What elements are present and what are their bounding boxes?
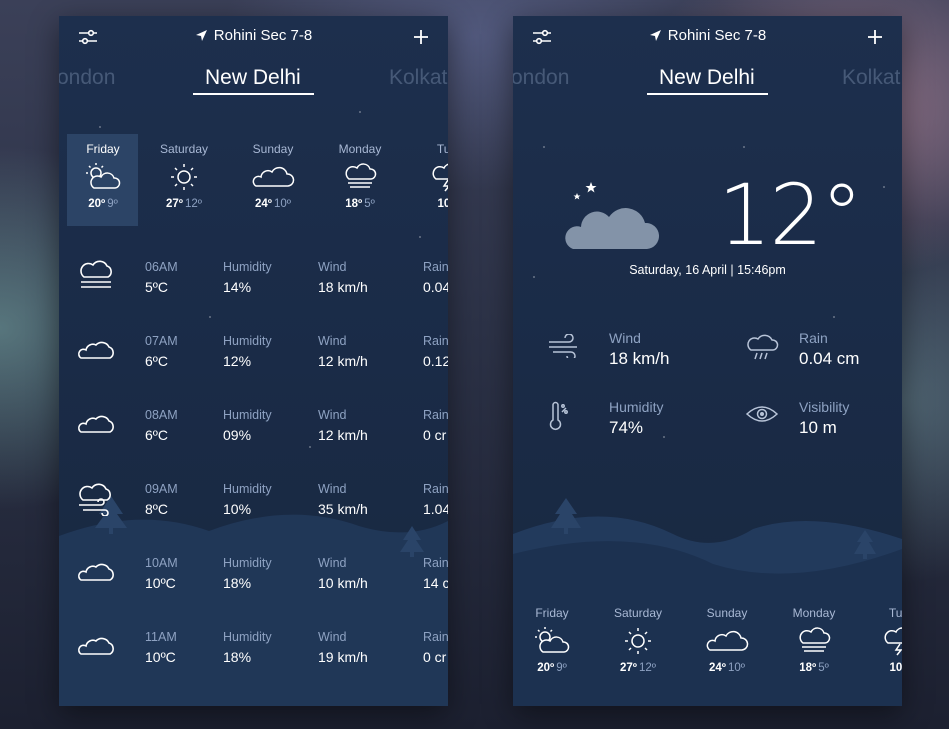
city-underline [647, 93, 768, 95]
day-tue[interactable]: Tue 10º [863, 606, 902, 674]
cloud-icon [252, 166, 295, 187]
storm-icon [432, 163, 448, 192]
cloud-icon [706, 630, 749, 651]
current-location[interactable]: Rohini Sec 7-8 [513, 27, 902, 44]
cloud-icon [77, 563, 114, 581]
top-bar: Rohini Sec 7-8 [59, 16, 448, 56]
thermometer-icon [549, 401, 568, 431]
hourly-row[interactable]: 08AM 6ºC Humidity 09% Wind 12 km/h Rain 0 cr [59, 408, 448, 462]
current-weather-screen: Rohini Sec 7-8 ondon New Delhi Kolkat 12… [513, 16, 902, 706]
humidity-stat: Humidity 74% [609, 399, 664, 437]
cloud-icon [77, 637, 114, 655]
current-temperature: 12° [718, 166, 863, 264]
fog-cloud-icon [799, 627, 831, 652]
current-datetime: Saturday, 16 April | 15:46pm [629, 263, 786, 277]
visibility-stat: Visibility 10 m [799, 399, 850, 437]
hills-decoration [513, 498, 902, 706]
partly-cloudy-icon [535, 627, 570, 653]
fog-cloud-icon [80, 260, 112, 288]
hourly-row[interactable]: 07AM 6ºC Humidity 12% Wind 12 km/h Rain 0.12 [59, 334, 448, 388]
windy-cloud-icon [79, 483, 111, 516]
sun-icon [625, 628, 651, 654]
location-arrow-icon [649, 30, 661, 41]
day-sunday[interactable]: Sunday 24º 10º [237, 142, 309, 210]
city-underline [193, 93, 314, 95]
add-city-icon[interactable] [864, 26, 886, 48]
sun-icon [171, 164, 197, 190]
day-sunday[interactable]: Sunday 24º 10º [691, 606, 763, 674]
city-current[interactable]: New Delhi [205, 66, 301, 90]
city-prev[interactable]: ondon [513, 66, 569, 90]
hourly-row[interactable]: 09AM 8ºC Humidity 10% Wind 35 km/h Rain 1.04 [59, 482, 448, 536]
day-friday[interactable]: Friday 20º 9º [67, 142, 139, 210]
hourly-row[interactable]: 10AM 10ºC Humidity 18% Wind 10 km/h Rain 14 … [59, 556, 448, 610]
current-location[interactable]: Rohini Sec 7-8 [59, 27, 448, 44]
cloud-icon [77, 341, 114, 359]
day-monday[interactable]: Monday 18º 5º [324, 142, 396, 210]
city-next[interactable]: Kolkat [389, 66, 447, 90]
storm-icon [884, 627, 902, 656]
day-friday[interactable]: Friday 20º 9º [516, 606, 588, 674]
partly-cloudy-icon [86, 163, 121, 189]
wind-stat: Wind 18 km/h [609, 330, 670, 368]
location-label: Rohini Sec 7-8 [667, 27, 767, 44]
day-tue[interactable]: Tue 10º [411, 142, 448, 210]
top-bar: Rohini Sec 7-8 [513, 16, 902, 56]
city-carousel[interactable]: ondon New Delhi Kolkat [59, 64, 448, 114]
city-next[interactable]: Kolkat [842, 66, 900, 90]
eye-icon [745, 406, 779, 422]
day-saturday[interactable]: Saturday 27º 12º [602, 606, 674, 674]
cloud-icon [77, 415, 114, 433]
location-label: Rohini Sec 7-8 [213, 27, 313, 44]
hourly-forecast-screen: Rohini Sec 7-8 ondon New Delhi Kolkat Fr… [59, 16, 448, 706]
rain-cloud-icon [747, 334, 779, 360]
city-carousel[interactable]: ondon New Delhi Kolkat [513, 64, 902, 114]
day-saturday[interactable]: Saturday 27º 12º [148, 142, 220, 210]
hourly-row[interactable]: 06AM 5ºC Humidity 14% Wind 18 km/h Rain 0.04 [59, 260, 448, 314]
rain-stat: Rain 0.04 cm [799, 330, 860, 368]
hourly-row[interactable]: 11AM 10ºC Humidity 18% Wind 19 km/h Rain 0 c… [59, 630, 448, 684]
fog-cloud-icon [345, 163, 377, 188]
wind-icon [549, 334, 577, 358]
location-arrow-icon [195, 30, 207, 41]
add-city-icon[interactable] [410, 26, 432, 48]
city-current[interactable]: New Delhi [659, 66, 755, 90]
city-prev[interactable]: ondon [59, 66, 115, 90]
day-monday[interactable]: Monday 18º 5º [778, 606, 850, 674]
moon-cloud-icon [565, 179, 693, 249]
